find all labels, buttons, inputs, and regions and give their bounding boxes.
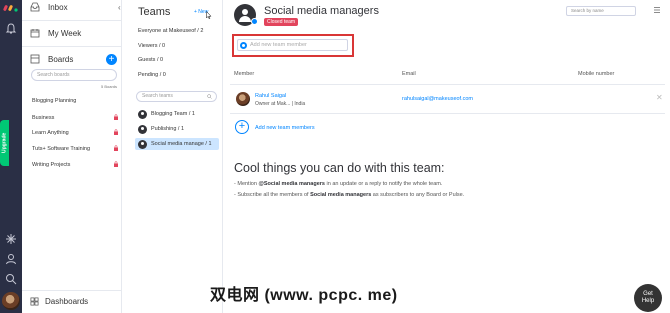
- sidebar: ‹ Inbox My Week Boards + Search boards 5…: [22, 0, 122, 313]
- board-item[interactable]: Blogging Planning: [32, 98, 118, 104]
- board-label: Business: [32, 115, 55, 121]
- filter-pending[interactable]: Pending / 0: [138, 72, 166, 78]
- menu-icon[interactable]: [653, 6, 661, 14]
- watermark: 双电网 (www. pcpc. me): [210, 287, 398, 304]
- team-label: Publishing / 1: [151, 126, 185, 132]
- integrations-icon[interactable]: [4, 232, 18, 246]
- add-members-icon[interactable]: +: [235, 120, 249, 134]
- closed-team-badge[interactable]: Closed team: [264, 18, 299, 26]
- team-avatar-icon: [138, 109, 147, 119]
- boards-count: 5 Boards: [100, 84, 117, 89]
- boards-icon: [30, 54, 40, 64]
- divider: [22, 20, 122, 21]
- search-icon[interactable]: [4, 272, 18, 286]
- filter-guests[interactable]: Guests / 0: [138, 57, 163, 63]
- tip-team-name: Social media managers: [310, 192, 372, 198]
- filter-viewers[interactable]: Viewers / 0: [138, 43, 165, 49]
- board-item[interactable]: Business: [32, 114, 118, 121]
- tip-subscribe: - Subscribe all the members of Social me…: [234, 192, 464, 198]
- board-label: Learn Anything: [32, 130, 69, 136]
- divider: [22, 46, 122, 47]
- sidebar-item-inbox[interactable]: Inbox: [30, 2, 68, 12]
- teams-title: Teams: [138, 6, 171, 18]
- sidebar-item-boards[interactable]: Boards: [30, 54, 73, 64]
- team-detail: Social media managers Closed team Search…: [224, 0, 670, 313]
- collapse-chevron-icon[interactable]: ‹: [118, 3, 121, 12]
- monday-logo[interactable]: [3, 4, 19, 12]
- sidebar-item-label: Inbox: [48, 2, 68, 12]
- invite-user-icon[interactable]: [4, 252, 18, 266]
- column-header-email: Email: [402, 71, 416, 77]
- get-help-button[interactable]: Get Help: [634, 284, 662, 312]
- upgrade-button[interactable]: Upgrade: [0, 120, 9, 166]
- sidebar-item-dashboards[interactable]: Dashboards: [30, 297, 88, 306]
- tip-team-name: @Social media managers: [258, 181, 325, 187]
- dashboards-icon: [30, 297, 39, 306]
- left-rail: Upgrade: [0, 0, 22, 313]
- tip-text: in an update or a reply to notify the wh…: [324, 181, 443, 187]
- divider: [22, 290, 122, 291]
- lock-icon: [114, 145, 118, 151]
- board-label: Writing Projects: [32, 162, 71, 168]
- team-label: Social media manage / 1: [151, 141, 212, 147]
- sidebar-item-my-week[interactable]: My Week: [30, 28, 81, 38]
- member-avatar[interactable]: [236, 92, 250, 106]
- lock-icon: [114, 161, 118, 167]
- bell-icon[interactable]: [4, 22, 18, 36]
- add-member-input[interactable]: Add new team member: [237, 39, 348, 51]
- add-person-icon: [240, 42, 247, 49]
- team-item-blogging[interactable]: Blogging Team / 1: [135, 108, 219, 120]
- member-email[interactable]: rahulsaigal@makeuseof.com: [402, 96, 473, 102]
- lock-icon: [114, 129, 118, 135]
- sidebar-item-label: Dashboards: [45, 297, 89, 306]
- divider: [230, 84, 665, 85]
- lock-icon: [114, 114, 118, 120]
- board-label: Tuts+ Software Training: [32, 146, 91, 152]
- inbox-icon: [30, 2, 40, 12]
- tip-text: - Subscribe all the members of: [234, 192, 311, 198]
- tip-text: as subscribers to any Board or Pulse.: [371, 192, 465, 198]
- team-label: Blogging Team / 1: [151, 111, 195, 117]
- member-name[interactable]: Rahul Saigal: [255, 93, 286, 99]
- sidebar-item-label: My Week: [48, 28, 82, 38]
- team-name[interactable]: Social media managers: [264, 5, 379, 17]
- team-search-input[interactable]: Search teams: [136, 91, 217, 102]
- team-item-social-media[interactable]: Social media manage / 1: [135, 138, 219, 150]
- remove-member-icon[interactable]: ✕: [656, 93, 663, 102]
- team-avatar-icon: [138, 124, 147, 134]
- board-item[interactable]: Writing Projects: [32, 161, 118, 168]
- board-item[interactable]: Learn Anything: [32, 129, 118, 136]
- app-window: Upgrade ‹ Inbox My Week Boards + Search …: [0, 0, 670, 313]
- tip-mention: - Mention @Social media managers in an u…: [234, 181, 442, 187]
- member-location: | India: [291, 101, 306, 107]
- calendar-icon: [30, 29, 40, 38]
- boards-search-input[interactable]: Search boards: [31, 69, 117, 81]
- help-label: Get: [643, 291, 653, 297]
- member-search-input[interactable]: Search by name: [566, 6, 636, 16]
- search-icon: [207, 94, 212, 99]
- add-team-members-link[interactable]: Add new team members: [255, 125, 315, 131]
- team-item-publishing[interactable]: Publishing / 1: [135, 123, 219, 135]
- member-title: Owner at Mak... | India: [255, 101, 305, 107]
- team-search-placeholder: Search teams: [142, 93, 173, 99]
- team-avatar-icon: [138, 139, 147, 149]
- filter-everyone[interactable]: Everyone at Makeuseof / 2: [138, 28, 203, 34]
- teams-panel: Teams + New Everyone at Makeuseof / 2 Vi…: [131, 0, 223, 313]
- board-item[interactable]: Tuts+ Software Training: [32, 145, 118, 152]
- cool-things-title: Cool things you can do with this team:: [234, 161, 445, 175]
- edit-avatar-icon[interactable]: [251, 18, 258, 25]
- column-header-mobile: Mobile number: [578, 71, 615, 77]
- add-member-placeholder: Add new team member: [250, 42, 307, 48]
- tip-text: - Mention: [234, 181, 259, 187]
- help-label: Help: [641, 298, 655, 304]
- divider: [230, 113, 665, 114]
- column-header-member: Member: [234, 71, 255, 77]
- sidebar-item-label: Boards: [48, 54, 74, 64]
- user-avatar[interactable]: [2, 292, 20, 310]
- add-board-button[interactable]: +: [106, 54, 117, 65]
- board-label: Blogging Planning: [32, 98, 77, 104]
- member-role: Owner at Mak...: [255, 101, 291, 107]
- mouse-cursor-icon: [206, 11, 212, 19]
